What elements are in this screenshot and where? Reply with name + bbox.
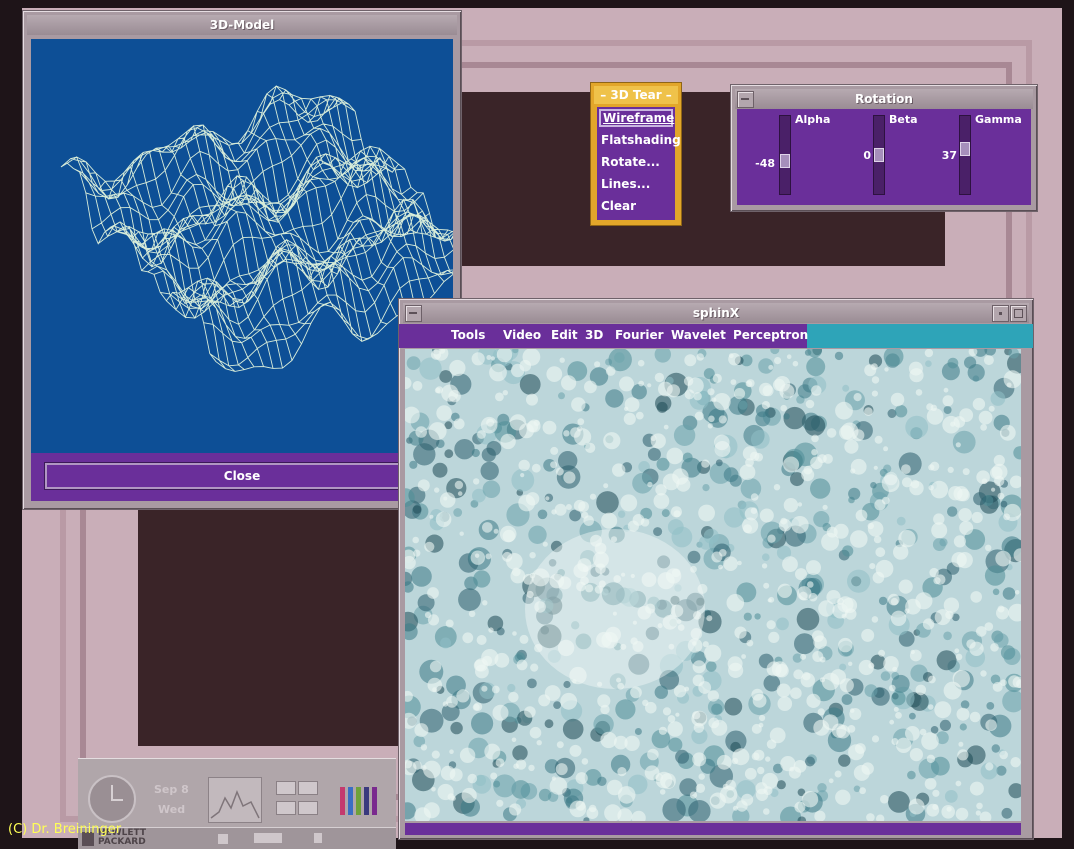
alpha-slider-thumb[interactable] <box>780 154 790 168</box>
style-manager-icon[interactable] <box>336 781 382 817</box>
menu-wavelet[interactable]: Wavelet <box>671 328 726 342</box>
exit-icon[interactable] <box>314 833 322 843</box>
model-window-button-area: Close <box>31 453 453 501</box>
performance-meter-icon[interactable] <box>208 777 262 823</box>
menu-item-lines[interactable]: Lines... <box>601 177 650 191</box>
tear-off-title-text: 3D Tear <box>610 88 662 102</box>
sphinx-menubar-items: Tools Video Edit 3D Fourier Wavelet Perc… <box>399 324 808 348</box>
gamma-value: 37 <box>941 149 957 162</box>
menu-3d[interactable]: 3D <box>585 328 603 342</box>
model-window-title: 3D-Model <box>209 18 275 32</box>
model-window-titlebar[interactable]: 3D-Model <box>27 15 457 35</box>
beta-slider-thumb[interactable] <box>874 148 884 162</box>
window-menu-icon[interactable] <box>737 91 754 108</box>
menu-perceptron[interactable]: Perceptron <box>733 328 808 342</box>
clock-icon[interactable] <box>88 775 136 823</box>
rotation-window-title: Rotation <box>855 92 913 106</box>
wireframe-mesh <box>60 85 492 372</box>
rotation-window-titlebar[interactable]: Rotation <box>735 89 1033 109</box>
lock-icon[interactable] <box>218 834 228 844</box>
copyright-watermark: (C) Dr. Breininger <box>8 822 122 837</box>
menu-item-rotate-label: Rotate... <box>601 155 660 169</box>
alpha-slider[interactable] <box>779 115 791 195</box>
sphinx-menubar: Tools Video Edit 3D Fourier Wavelet Perc… <box>399 324 1033 348</box>
window-menu-icon[interactable] <box>405 305 422 322</box>
sphinx-window-titlebar[interactable]: sphinX <box>403 303 1029 323</box>
maximize-icon[interactable] <box>1010 305 1027 322</box>
menu-tools[interactable]: Tools <box>451 328 485 342</box>
gamma-label: Gamma <box>975 113 1022 126</box>
workspace-switch-icon[interactable] <box>254 833 282 843</box>
tear-off-menu: – 3D Tear – Wireframe Flatshading Rotate… <box>590 82 682 226</box>
menu-item-clear[interactable]: Clear <box>601 199 636 213</box>
alpha-label: Alpha <box>795 113 831 126</box>
model-window: 3D-Model Close <box>22 10 492 510</box>
calendar-date: Sep 8 <box>154 783 189 796</box>
aerial-forest-image[interactable] <box>405 349 1021 821</box>
gamma-slider-thumb[interactable] <box>960 142 970 156</box>
rotation-window: Rotation -48 Alpha 0 Beta 37 Gamma <box>730 84 1038 212</box>
menu-item-wireframe-label: Wireframe <box>603 111 675 125</box>
menu-item-clear-label: Clear <box>601 199 637 213</box>
desktop-dark-area-left <box>138 506 400 746</box>
menu-video[interactable]: Video <box>503 328 541 342</box>
menu-item-lines-label: Lines... <box>601 177 651 191</box>
hp-brand-line2: PACKARD <box>98 837 146 847</box>
calendar-day: Wed <box>158 803 186 816</box>
minimize-icon[interactable] <box>992 305 1009 322</box>
beta-slider[interactable] <box>873 115 885 195</box>
tear-off-items: Wireframe Flatshading Rotate... Lines...… <box>597 107 681 220</box>
beta-value: 0 <box>863 149 871 162</box>
perf-graph-icon <box>210 789 260 819</box>
close-button[interactable]: Close <box>45 463 439 489</box>
menu-fourier[interactable]: Fourier <box>615 328 664 342</box>
menu-item-flatshading-label: Flatshading <box>601 133 681 147</box>
aerial-forest-texture <box>405 349 1021 821</box>
wireframe-canvas[interactable] <box>31 39 492 453</box>
close-button-label: Close <box>223 469 261 483</box>
tear-off-dash-left: – <box>600 88 611 102</box>
tear-off-title[interactable]: – 3D Tear – <box>594 86 678 104</box>
menu-item-flatshading[interactable]: Flatshading <box>601 133 681 147</box>
menu-edit[interactable]: Edit <box>551 328 578 342</box>
file-manager-icon[interactable] <box>274 779 320 819</box>
alpha-value: -48 <box>755 157 775 170</box>
beta-label: Beta <box>889 113 918 126</box>
menu-item-rotate[interactable]: Rotate... <box>601 155 660 169</box>
gamma-slider[interactable] <box>959 115 971 195</box>
hp-front-panel: Sep 8 Wed HEWLETT PACKARD <box>78 758 396 849</box>
tear-off-dash-right: – <box>661 88 672 102</box>
sphinx-window-title: sphinX <box>692 306 740 320</box>
sphinx-window: sphinX Tools Video Edit 3D Fourier Wavel… <box>398 298 1034 840</box>
front-panel-lower-bar: HEWLETT PACKARD <box>78 827 396 849</box>
rotation-sliders-panel: -48 Alpha 0 Beta 37 Gamma <box>737 109 1031 205</box>
image-status-bar <box>405 823 1021 835</box>
menu-item-wireframe[interactable]: Wireframe <box>599 109 675 127</box>
